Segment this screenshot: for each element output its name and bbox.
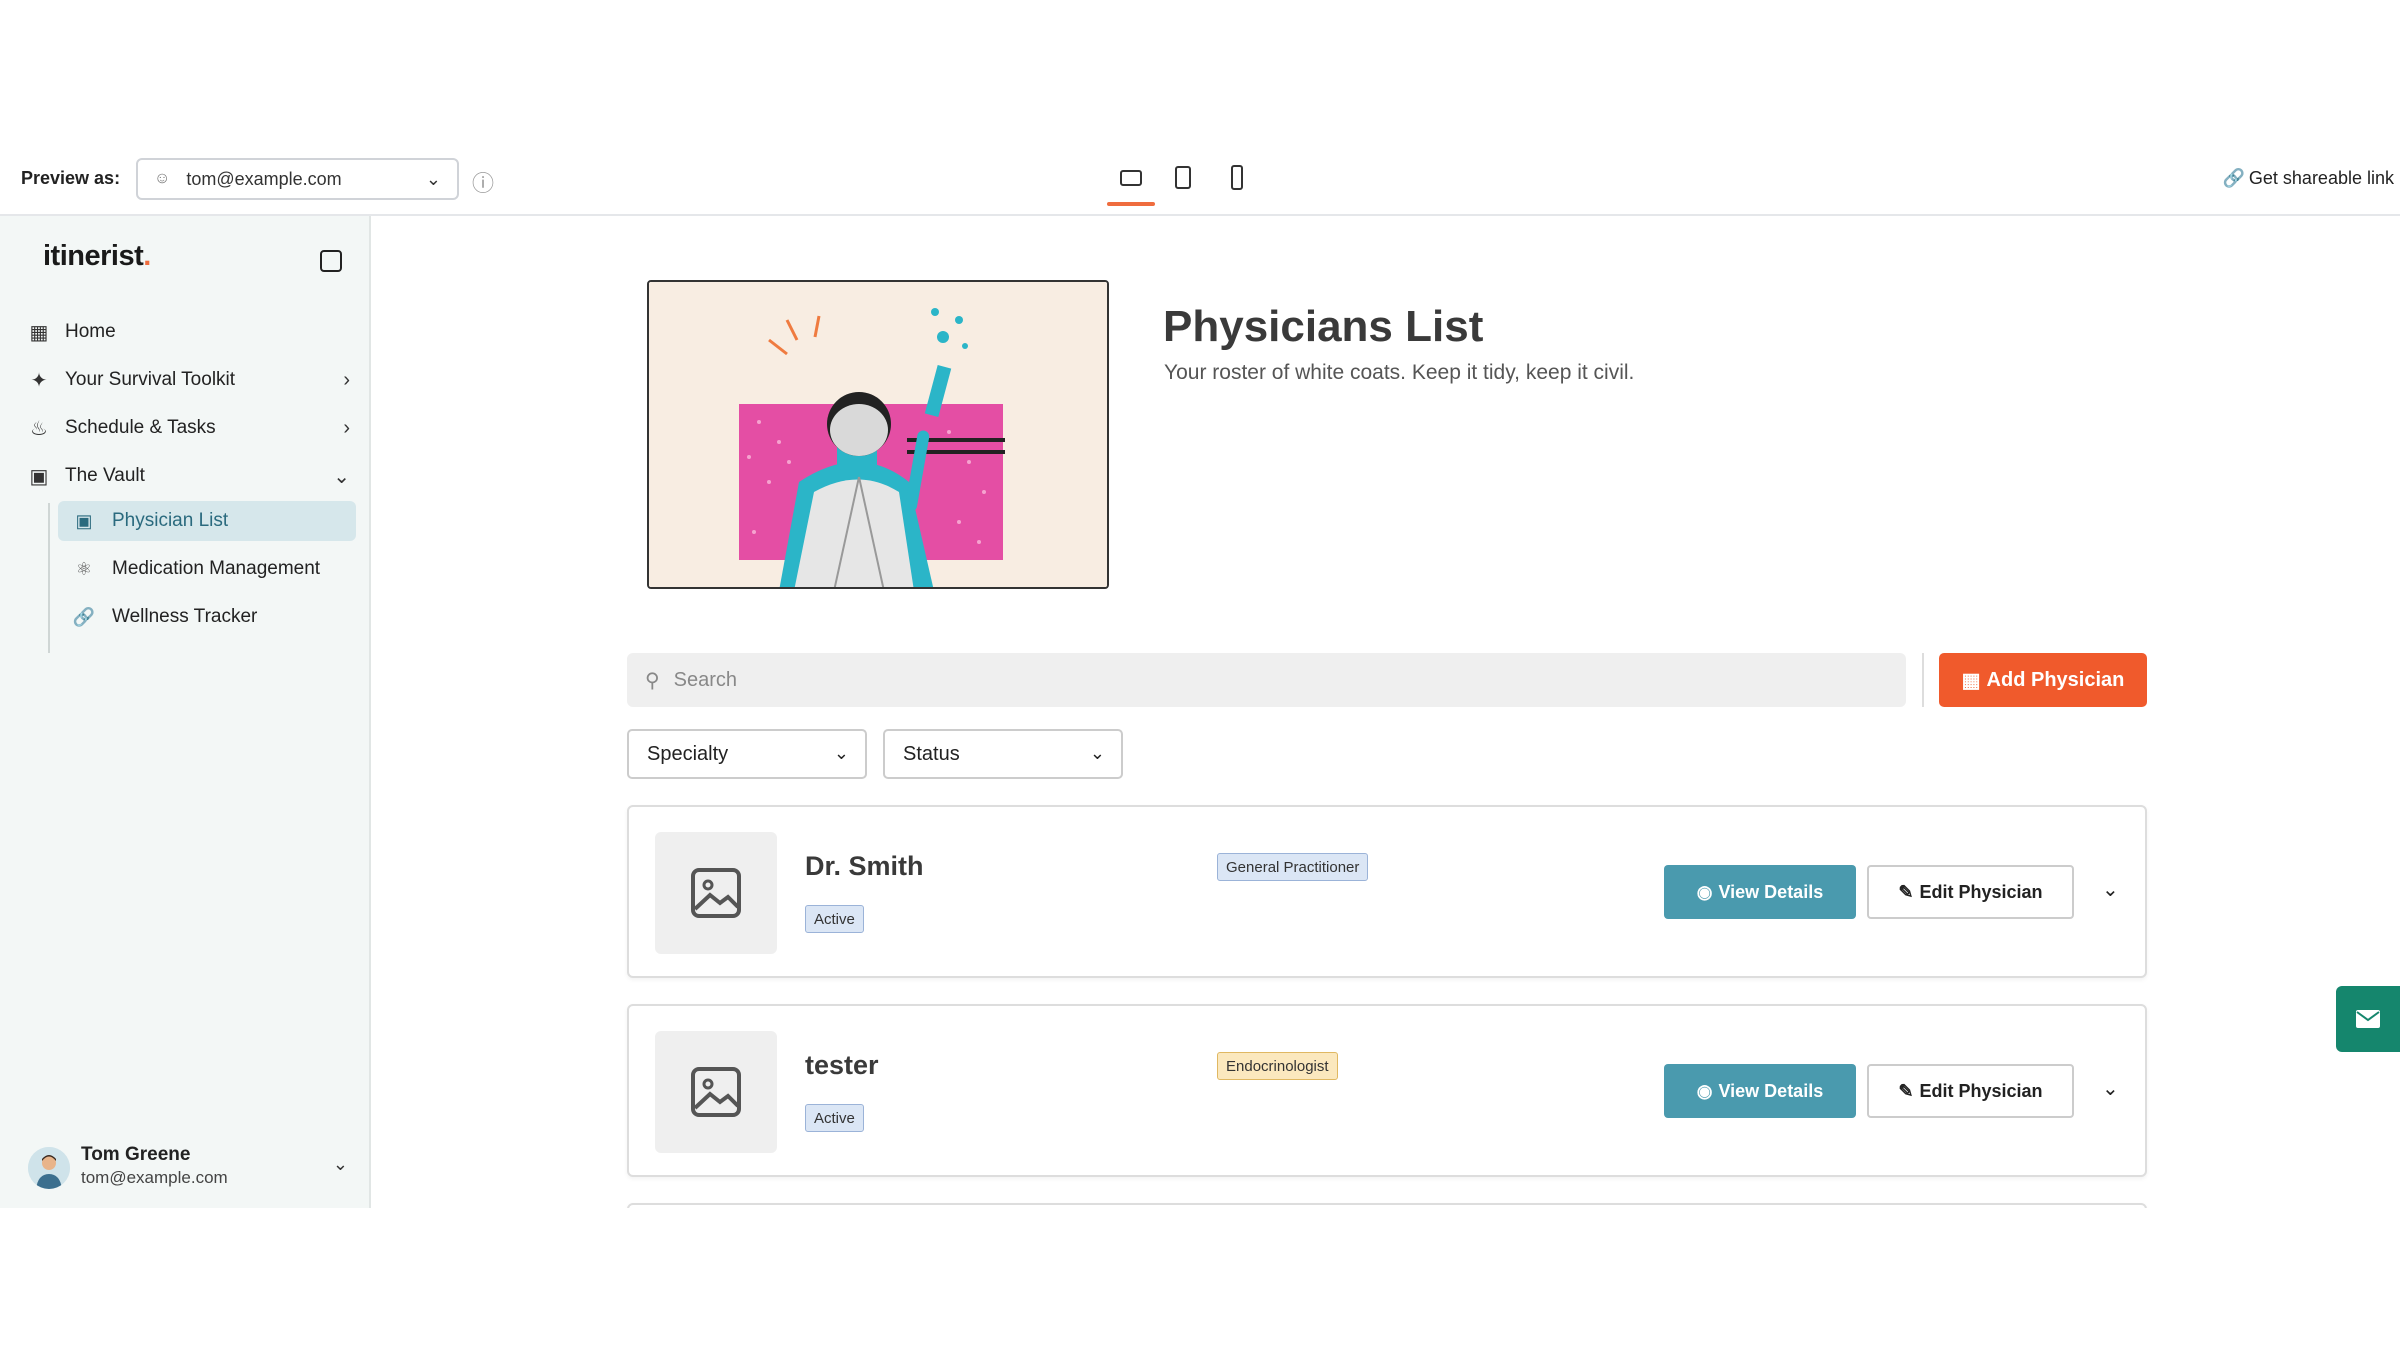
device-active-indicator — [1107, 202, 1155, 206]
status-filter[interactable]: Status ⌄ — [883, 729, 1123, 779]
list-icon: ▣ — [75, 510, 93, 531]
preview-label: Preview as: — [21, 168, 121, 188]
search-field[interactable]: ⚲ — [627, 653, 1906, 707]
mobile-icon — [1231, 165, 1243, 190]
user-name: Tom Greene — [81, 1144, 191, 1165]
shareable-link-button[interactable]: 🔗 Get shareable link — [2222, 168, 2394, 189]
specialty-badge: General Practitioner — [1217, 853, 1369, 881]
chevron-down-icon[interactable]: ⌄ — [2102, 1076, 2119, 1101]
user-menu[interactable]: Tom Greene tom@example.com ⌄ — [28, 1142, 348, 1192]
main-content: Physicians List Your roster of white coa… — [373, 216, 2400, 1208]
vault-icon: ▣ — [29, 465, 49, 488]
eye-icon: ◉ — [1696, 881, 1713, 902]
physician-card: tester Active Endocrinologist ◉ View Det… — [627, 1004, 2147, 1177]
link-icon: 🔗 — [2222, 168, 2245, 188]
pencil-icon: ✎ — [1898, 881, 1914, 902]
feedback-mail-button[interactable] — [2336, 986, 2400, 1052]
view-details-button[interactable]: ◉ View Details — [1664, 1064, 1856, 1118]
chevron-down-icon[interactable]: ⌄ — [2102, 877, 2119, 902]
mail-icon — [2356, 1010, 2380, 1028]
atom-icon: ⚛ — [75, 558, 93, 579]
edit-physician-button[interactable]: ✎ Edit Physician — [1867, 1064, 2074, 1118]
sidebar-item-wellness[interactable]: 🔗 Wellness Tracker — [58, 597, 356, 637]
chevron-down-icon: ⌄ — [425, 169, 441, 189]
image-placeholder-icon — [655, 832, 777, 954]
sparkle-icon: ✦ — [30, 369, 48, 392]
sidebar-item-schedule[interactable]: ♨ Schedule & Tasks › — [20, 408, 356, 448]
chevron-right-icon: › — [343, 368, 350, 391]
desktop-icon — [1120, 170, 1142, 186]
physician-card — [627, 1203, 2147, 1208]
sidebar-item-home[interactable]: ▦ Home — [20, 312, 356, 352]
chevron-down-icon: ⌄ — [833, 743, 849, 763]
status-badge: Active — [805, 905, 864, 933]
physician-name: Dr. Smith — [805, 851, 924, 881]
share-label: Get shareable link — [2248, 168, 2394, 188]
sidebar-item-medication[interactable]: ⚛ Medication Management — [58, 549, 356, 589]
user-circle-icon: ☺ — [154, 170, 171, 187]
sidebar-item-physician-list[interactable]: ▣ Physician List — [58, 501, 356, 541]
image-placeholder-icon — [655, 1031, 777, 1153]
chevron-right-icon: › — [343, 416, 350, 439]
sidebar-item-survival-toolkit[interactable]: ✦ Your Survival Toolkit › — [20, 360, 356, 400]
user-email: tom@example.com — [81, 1168, 228, 1187]
page-subtitle: Your roster of white coats. Keep it tidy… — [1164, 361, 1635, 384]
hero-illustration — [647, 280, 1109, 589]
sidebar-collapse-button[interactable] — [320, 250, 342, 272]
search-icon: ⚲ — [645, 669, 660, 692]
pencil-icon: ✎ — [1898, 1080, 1914, 1101]
avatar — [28, 1147, 70, 1189]
divider — [1922, 653, 1924, 707]
chevron-down-icon: ⌄ — [1089, 743, 1105, 763]
preview-toolbar: Preview as: ☺ tom@example.com ⌄ ⓘ 🔗 Get … — [0, 148, 2400, 216]
add-physician-button[interactable]: ▦ Add Physician — [1939, 653, 2147, 707]
desktop-view-button[interactable] — [1107, 160, 1155, 196]
link-icon: 🔗 — [72, 606, 96, 627]
steam-icon: ♨ — [30, 417, 48, 440]
tablet-view-button[interactable] — [1159, 160, 1207, 196]
view-details-button[interactable]: ◉ View Details — [1664, 865, 1856, 919]
physician-card: Dr. Smith Active General Practitioner ◉ … — [627, 805, 2147, 978]
sidebar: itinerist. ▦ Home ✦ Your Survival Toolki… — [0, 216, 371, 1208]
status-badge: Active — [805, 1104, 864, 1132]
edit-physician-button[interactable]: ✎ Edit Physician — [1867, 865, 2074, 919]
info-icon[interactable]: ⓘ — [472, 166, 494, 198]
chevron-down-icon: ⌄ — [332, 1154, 348, 1174]
tablet-icon — [1175, 166, 1191, 189]
submenu-guide-line — [48, 503, 50, 653]
page-title: Physicians List — [1163, 302, 1484, 351]
add-icon: ▦ — [1961, 669, 1981, 692]
chevron-down-icon: ⌄ — [333, 465, 350, 488]
preview-user-value: tom@example.com — [186, 168, 342, 189]
grid-icon: ▦ — [29, 321, 49, 344]
sidebar-item-vault[interactable]: ▣ The Vault ⌄ — [20, 456, 356, 496]
eye-icon: ◉ — [1696, 1080, 1713, 1101]
mobile-view-button[interactable] — [1213, 160, 1261, 196]
app-logo[interactable]: itinerist. — [43, 240, 151, 273]
specialty-filter[interactable]: Specialty ⌄ — [627, 729, 867, 779]
specialty-badge: Endocrinologist — [1217, 1052, 1338, 1080]
search-input[interactable] — [673, 668, 1874, 692]
preview-user-select[interactable]: ☺ tom@example.com ⌄ — [136, 158, 459, 200]
physician-name: tester — [805, 1050, 879, 1080]
